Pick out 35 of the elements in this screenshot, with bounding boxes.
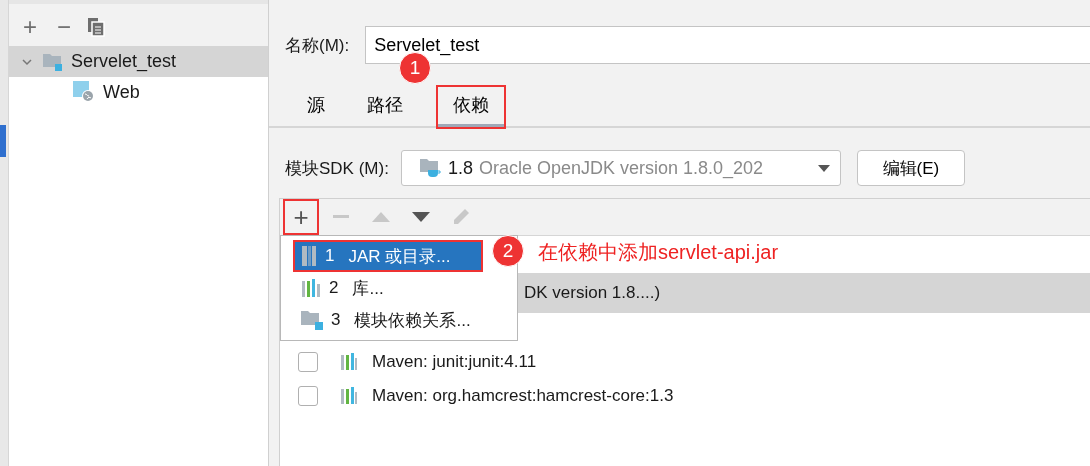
module-folder-icon xyxy=(43,52,63,71)
name-label: 名称(M): xyxy=(285,34,350,57)
sdk-dropdown[interactable]: 1.8 Oracle OpenJDK version 1.8.0_202 xyxy=(400,150,841,186)
toolbar-button[interactable]: − xyxy=(53,15,76,39)
tab[interactable]: 依赖 xyxy=(437,86,505,128)
toolbar-button[interactable]: + xyxy=(19,15,41,39)
sdk-label: 模块SDK (M): xyxy=(285,157,389,180)
up-triangle-icon xyxy=(372,212,390,222)
menu-item[interactable]: 1 JAR 或目录... xyxy=(293,240,483,272)
library-icon xyxy=(301,278,321,298)
tab[interactable]: 源 xyxy=(299,86,333,128)
checkbox[interactable] xyxy=(298,352,318,372)
library-icon xyxy=(340,387,358,405)
sidebar-selection-bar xyxy=(0,125,6,157)
jdk-folder-icon xyxy=(419,158,442,178)
pencil-icon xyxy=(451,207,471,227)
copy-icon[interactable] xyxy=(87,17,106,37)
minus-icon xyxy=(333,215,349,219)
row-text: DK version 1.8....) xyxy=(524,283,661,303)
tree-item[interactable]: Servelet_test xyxy=(9,46,268,77)
annotation-text: 在依赖中添加servlet-api.jar xyxy=(538,240,779,265)
dropdown-arrow-icon xyxy=(817,164,830,172)
down-triangle-icon xyxy=(412,212,430,222)
add-button[interactable]: + xyxy=(284,200,318,234)
row-text: Maven: junit:junit:4.11 xyxy=(372,352,537,372)
jar-icon xyxy=(301,246,317,266)
edit-button[interactable]: 编辑(E) xyxy=(856,150,965,186)
checkbox[interactable] xyxy=(298,386,318,406)
library-icon xyxy=(340,353,358,371)
module-folder-icon xyxy=(301,310,323,330)
web-folder-icon xyxy=(73,81,95,103)
tab[interactable]: 路径 xyxy=(359,86,411,128)
tree-item[interactable]: Web xyxy=(9,77,268,107)
menu-item[interactable]: 2 库... xyxy=(281,272,517,304)
row-text: Maven: org.hamcrest:hamcrest-core:1.3 xyxy=(372,386,674,406)
